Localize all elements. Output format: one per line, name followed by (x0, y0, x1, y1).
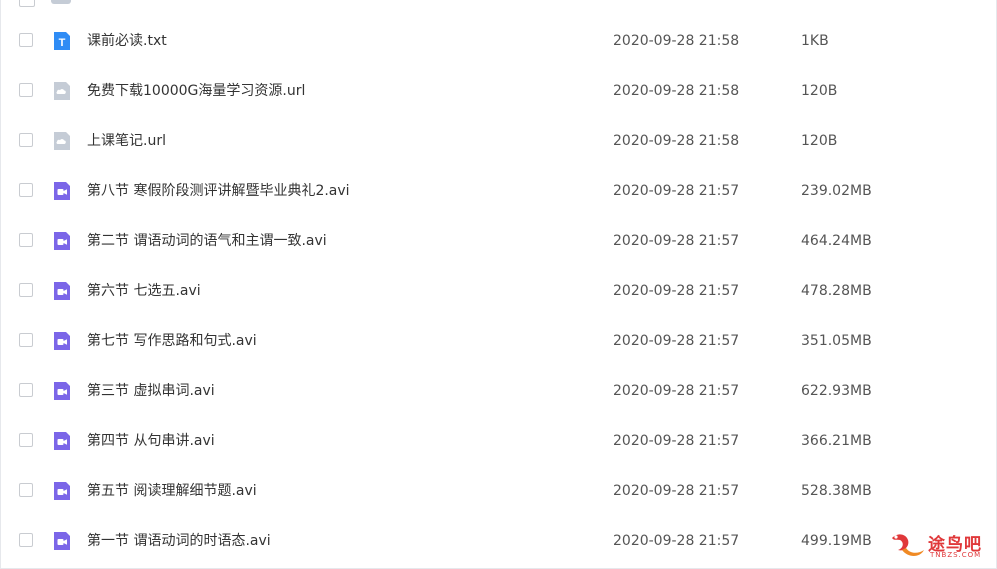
file-row[interactable]: 第六节 七选五.avi 2020-09-28 21:57 478.28MB (1, 266, 996, 316)
file-date: 2020-09-28 21:58 (613, 33, 740, 49)
file-name[interactable]: 第五节 阅读理解细节题.avi (87, 466, 257, 516)
file-row[interactable]: 第八节 寒假阶段测评讲解暨毕业典礼2.avi 2020-09-28 21:57 23… (1, 166, 996, 216)
file-name[interactable]: 第八节 寒假阶段测评讲解暨毕业典礼2.avi (87, 166, 350, 216)
row-checkbox[interactable] (19, 183, 33, 197)
video-file-icon (51, 430, 73, 452)
file-size: 499.19MB (801, 533, 872, 549)
file-name[interactable]: 第七节 写作思路和句式.avi (87, 316, 257, 366)
file-row[interactable]: T 课前必读.txt 2020-09-28 21:58 1KB (1, 16, 996, 66)
file-name[interactable]: 第六节 七选五.avi (87, 266, 201, 316)
file-size: 622.93MB (801, 383, 872, 399)
file-name[interactable]: 免费下载10000G海量学习资源.url (87, 66, 305, 116)
row-checkbox[interactable] (19, 0, 35, 7)
file-date: 2020-09-28 21:57 (613, 533, 740, 549)
row-checkbox[interactable] (19, 283, 33, 297)
file-name[interactable]: 第二节 谓语动词的语气和主谓一致.avi (87, 216, 327, 266)
text-file-icon: T (51, 30, 73, 52)
file-name[interactable]: 上课笔记.url (87, 116, 166, 166)
file-size: 120B (801, 83, 838, 99)
file-row[interactable]: 第五节 阅读理解细节题.avi 2020-09-28 21:57 528.38MB (1, 466, 996, 516)
video-file-icon (51, 380, 73, 402)
file-row[interactable]: 第二节 谓语动词的语气和主谓一致.avi 2020-09-28 21:57 464.… (1, 216, 996, 266)
file-row[interactable]: 第三节 虚拟串词.avi 2020-09-28 21:57 622.93MB (1, 366, 996, 416)
file-date: 2020-09-28 21:57 (613, 383, 740, 399)
row-checkbox[interactable] (19, 533, 33, 547)
file-date: 2020-09-28 21:58 (613, 83, 740, 99)
file-size: 239.02MB (801, 183, 872, 199)
file-size: 464.24MB (801, 233, 872, 249)
video-file-icon (51, 280, 73, 302)
row-checkbox[interactable] (19, 333, 33, 347)
file-name[interactable]: 第一节 谓语动词的时语态.avi (87, 516, 271, 566)
row-checkbox[interactable] (19, 483, 33, 497)
file-date: 2020-09-28 21:57 (613, 483, 740, 499)
file-row[interactable]: 第四节 从句串讲.avi 2020-09-28 21:57 366.21MB (1, 416, 996, 466)
video-file-icon (51, 230, 73, 252)
file-date: 2020-09-28 21:57 (613, 333, 740, 349)
file-size: 478.28MB (801, 283, 872, 299)
file-date: 2020-09-28 21:58 (613, 133, 740, 149)
watermark-logo: 途鸟吧 TNBZS.COM (888, 528, 984, 562)
row-checkbox[interactable] (19, 383, 33, 397)
watermark-subtext: TNBZS.COM (930, 551, 982, 559)
video-file-icon (51, 180, 73, 202)
row-checkbox[interactable] (19, 233, 33, 247)
file-date: 2020-09-28 21:57 (613, 183, 740, 199)
row-checkbox[interactable] (19, 33, 33, 47)
file-icon (51, 0, 71, 4)
bird-logo-icon (892, 534, 924, 556)
file-name[interactable]: 课前必读.txt (87, 16, 167, 66)
video-file-icon (51, 480, 73, 502)
row-checkbox[interactable] (19, 133, 33, 147)
row-checkbox[interactable] (19, 83, 33, 97)
row-checkbox[interactable] (19, 433, 33, 447)
file-list: T 课前必读.txt 2020-09-28 21:58 1KB 免费下载10000G海量… (1, 16, 996, 566)
partial-row (1, 0, 996, 16)
svg-text:T: T (59, 37, 66, 49)
file-row[interactable]: 第七节 写作思路和句式.avi 2020-09-28 21:57 351.05MB (1, 316, 996, 366)
file-list-panel: T 课前必读.txt 2020-09-28 21:58 1KB 免费下载10000G海量… (0, 0, 997, 569)
file-size: 1KB (801, 33, 829, 49)
file-size: 120B (801, 133, 838, 149)
file-size: 528.38MB (801, 483, 872, 499)
file-name[interactable]: 第三节 虚拟串词.avi (87, 366, 215, 416)
file-row[interactable]: 上课笔记.url 2020-09-28 21:58 120B (1, 116, 996, 166)
file-row[interactable]: 第一节 谓语动词的时语态.avi 2020-09-28 21:57 499.19MB (1, 516, 996, 566)
file-name[interactable]: 第四节 从句串讲.avi (87, 416, 215, 466)
cloud-link-icon (51, 80, 73, 102)
cloud-link-icon (51, 130, 73, 152)
file-size: 366.21MB (801, 433, 872, 449)
file-date: 2020-09-28 21:57 (613, 233, 740, 249)
video-file-icon (51, 530, 73, 552)
video-file-icon (51, 330, 73, 352)
file-row[interactable]: 免费下载10000G海量学习资源.url 2020-09-28 21:58 120B (1, 66, 996, 116)
file-date: 2020-09-28 21:57 (613, 433, 740, 449)
file-date: 2020-09-28 21:57 (613, 283, 740, 299)
file-size: 351.05MB (801, 333, 872, 349)
